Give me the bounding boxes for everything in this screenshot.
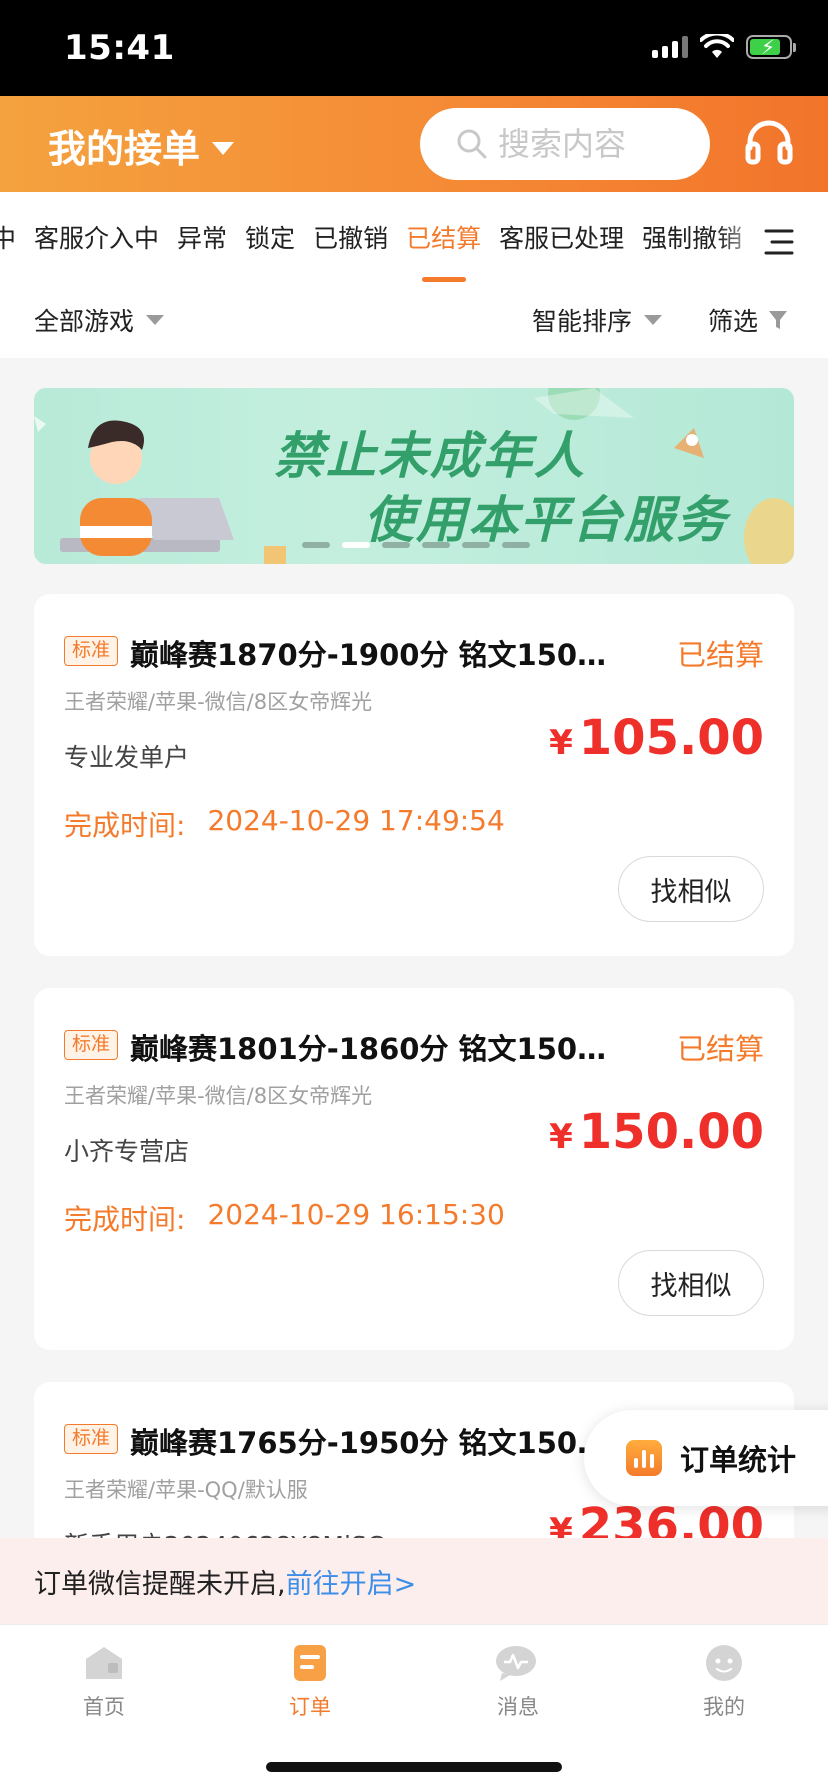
order-title: 巅峰赛1801分-1860分 铭文150 ... <box>130 1032 610 1066</box>
find-similar-button[interactable]: 找相似 <box>618 856 764 922</box>
page-title: 我的接单 <box>48 127 201 171</box>
order-status: 已结算 <box>676 638 764 672</box>
finish-time-value: 2024-10-29 16:15:30 <box>207 1198 505 1231</box>
tab-cs-handled[interactable]: 客服已处理 <box>490 222 633 256</box>
price-value: 105.00 <box>578 710 764 766</box>
funnel-icon <box>769 311 788 329</box>
sort-filter-label: 智能排序 <box>532 307 633 336</box>
nav-messages[interactable]: 消息 <box>448 1643 588 1721</box>
order-finish-time: 完成时间: 2024-10-29 17:49:54 <box>64 804 505 844</box>
order-tag: 标准 <box>64 1030 118 1060</box>
banner-dot-active <box>342 542 370 548</box>
banner-dot <box>462 542 490 548</box>
battery-icon: ⚡ <box>746 35 796 59</box>
header: 我的接单 <box>0 96 828 192</box>
wifi-icon <box>700 34 734 58</box>
enable-reminder-link[interactable]: 前往开启> <box>286 1562 417 1601</box>
banner-dot <box>302 542 330 548</box>
screen-filter-label: 筛选 <box>708 307 759 336</box>
order-game-info: 王者荣耀/苹果-QQ/默认服 <box>64 1478 308 1502</box>
banner-pagination <box>302 542 530 548</box>
chevron-down-icon <box>212 142 235 155</box>
currency-symbol: ¥ <box>549 723 573 763</box>
page-title-dropdown[interactable]: 我的接单 <box>48 118 235 173</box>
tabs-track: 中 客服介入中 异常 锁定 已撤销 已结算 客服已处理 强制撤销 <box>0 222 751 282</box>
order-game-info: 王者荣耀/苹果-微信/8区女帝辉光 <box>64 690 373 714</box>
status-time: 15:41 <box>64 28 175 68</box>
price-value: 150.00 <box>578 1104 764 1160</box>
order-card[interactable]: 标准 巅峰赛1870分-1900分 铭文150 ... 已结算 王者荣耀/苹果-… <box>34 594 794 956</box>
tabs-menu-icon[interactable] <box>764 228 794 256</box>
bar-chart-icon <box>626 1440 662 1476</box>
order-shop: 专业发单户 <box>64 743 190 772</box>
message-icon <box>496 1646 536 1681</box>
home-icon <box>86 1647 122 1679</box>
tab-partial[interactable]: 中 <box>0 222 25 256</box>
sort-filter[interactable]: 智能排序 <box>532 302 663 338</box>
tab-locked[interactable]: 锁定 <box>236 222 304 256</box>
home-indicator <box>266 1762 562 1772</box>
finish-time-label: 完成时间: <box>64 1203 186 1236</box>
nav-orders-label: 订单 <box>289 1695 331 1719</box>
order-icon <box>294 1645 326 1681</box>
finish-time-label: 完成时间: <box>64 809 186 842</box>
status-icons: ⚡ <box>652 34 796 60</box>
search-icon <box>457 129 487 159</box>
caret-down-icon <box>146 315 165 325</box>
tab-abnormal[interactable]: 异常 <box>168 222 236 256</box>
filter-bar: 全部游戏 智能排序 筛选 <box>0 284 828 358</box>
headset-icon[interactable] <box>744 118 794 168</box>
game-filter-label: 全部游戏 <box>34 307 135 336</box>
tab-settled[interactable]: 已结算 <box>397 222 490 282</box>
banner-dot <box>382 542 410 548</box>
minor-warning-banner[interactable]: 禁止未成年人 使用本平台服务 <box>34 388 794 564</box>
tab-customer-service[interactable]: 客服介入中 <box>25 222 168 256</box>
find-similar-button[interactable]: 找相似 <box>618 1250 764 1316</box>
order-title: 巅峰赛1870分-1900分 铭文150 ... <box>130 638 610 672</box>
order-shop: 小齐专营店 <box>64 1137 190 1166</box>
search-input[interactable] <box>498 125 698 163</box>
order-title: 巅峰赛1765分-1950分 铭文150 ... <box>130 1426 610 1460</box>
cellular-signal-icon <box>652 36 688 58</box>
notice-text: 订单微信提醒未开启, <box>34 1568 286 1600</box>
nav-home-label: 首页 <box>83 1695 125 1719</box>
order-status: 已结算 <box>676 1032 764 1066</box>
order-tag: 标准 <box>64 636 118 666</box>
banner-text-line1: 禁止未成年人 <box>274 427 586 485</box>
wechat-reminder-notice: 订单微信提醒未开启, 前往开启> <box>0 1538 828 1624</box>
finish-time-value: 2024-10-29 17:49:54 <box>207 804 505 837</box>
order-tag: 标准 <box>64 1424 118 1454</box>
order-stats-label: 订单统计 <box>680 1443 797 1477</box>
order-finish-time: 完成时间: 2024-10-29 16:15:30 <box>64 1198 505 1238</box>
currency-symbol: ¥ <box>549 1117 573 1157</box>
search-bar[interactable] <box>420 108 710 180</box>
nav-messages-label: 消息 <box>497 1695 539 1719</box>
nav-profile-label: 我的 <box>703 1695 745 1719</box>
order-game-info: 王者荣耀/苹果-微信/8区女帝辉光 <box>64 1084 373 1108</box>
game-filter[interactable]: 全部游戏 <box>34 302 165 338</box>
banner-dot <box>422 542 450 548</box>
caret-down-icon <box>644 315 663 325</box>
order-stats-button[interactable]: 订单统计 <box>584 1410 828 1506</box>
status-bar: 15:41 ⚡ <box>0 0 828 96</box>
order-price: ¥ 105.00 <box>549 710 764 766</box>
order-card[interactable]: 标准 巅峰赛1801分-1860分 铭文150 ... 已结算 王者荣耀/苹果-… <box>34 988 794 1350</box>
profile-icon <box>706 1645 742 1681</box>
nav-profile[interactable]: 我的 <box>654 1643 794 1721</box>
status-tabs: 中 客服介入中 异常 锁定 已撤销 已结算 客服已处理 强制撤销 <box>0 192 828 284</box>
tab-revoked[interactable]: 已撤销 <box>304 222 397 256</box>
nav-home[interactable]: 首页 <box>34 1643 174 1721</box>
nav-orders[interactable]: 订单 <box>240 1643 380 1721</box>
banner-dot <box>502 542 530 548</box>
screen-filter[interactable]: 筛选 <box>708 302 788 338</box>
order-price: ¥ 150.00 <box>549 1104 764 1160</box>
